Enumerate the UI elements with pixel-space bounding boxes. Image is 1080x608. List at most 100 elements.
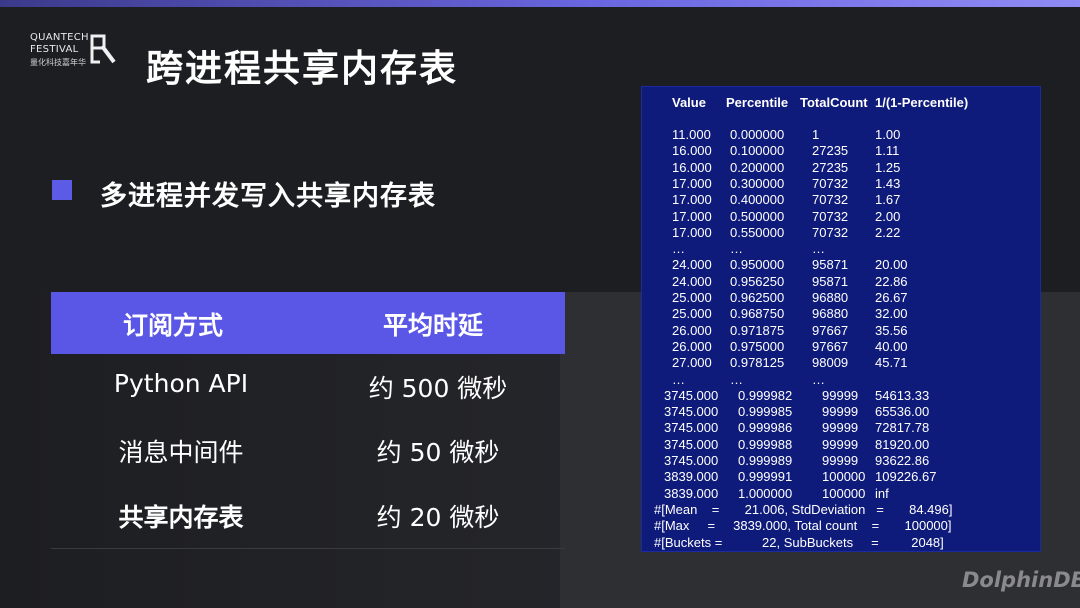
panel-cell: 26.000 [672, 322, 712, 338]
table-row: Python API 约 500 微秒 [51, 355, 565, 419]
panel-cell: 0.100000 [730, 143, 785, 159]
dolphindb-brand: DolphinDB [962, 568, 1080, 592]
panel-cell: 27235 [812, 159, 849, 175]
panel-cell: 99999 [822, 453, 859, 468]
panel-cell: 65536.00 [875, 404, 930, 420]
panel-cell: 16.000 [672, 159, 712, 175]
panel-data-row: 3745.000 0.999985 99999 65536.00 [642, 404, 1042, 420]
panel-col-percentile: Percentile [726, 95, 789, 110]
panel-cell: 3745.000 [664, 404, 719, 420]
panel-cell: 95871 [812, 273, 849, 289]
histogram-output-panel: Value Percentile TotalCount 1/(1-Percent… [641, 86, 1041, 552]
panel-cell: 26.67 [875, 290, 908, 305]
panel-ellipsis-row: ……… [642, 372, 1042, 388]
panel-data-row: 26.000 0.975000 97667 40.00 [642, 339, 1042, 355]
panel-cell: 100000 [822, 469, 866, 485]
panel-cell: 97667 [812, 338, 849, 354]
panel-cell: 3745.000 [664, 453, 719, 468]
panel-cell: 99999 [822, 436, 859, 452]
panel-cell: 0.550000 [730, 224, 785, 240]
panel-cell: 98009 [812, 355, 849, 371]
page-title: 跨进程共享内存表 [146, 47, 458, 90]
panel-cell: 27235 [812, 143, 849, 159]
panel-data-row: 27.000 0.978125 98009 45.71 [642, 355, 1042, 371]
row-method: 共享内存表 [118, 503, 244, 532]
panel-data-row: 24.000 0.950000 95871 20.00 [642, 257, 1042, 273]
panel-data-row: 16.000 0.100000 27235 1.11 [642, 143, 1042, 159]
panel-cell: 3745.000 [664, 420, 719, 436]
panel-cell: 0.950000 [730, 257, 785, 273]
panel-cell: 1.00 [875, 127, 901, 142]
panel-cell: 25.000 [672, 306, 712, 322]
panel-cell: 3745.000 [664, 387, 719, 403]
panel-cell: 1.43 [875, 175, 901, 191]
panel-data-row: 17.000 0.300000 70732 1.43 [642, 176, 1042, 192]
header-method: 订阅方式 [123, 311, 224, 340]
panel-ellipsis: … [672, 371, 685, 387]
panel-cell: 0.999988 [738, 436, 793, 452]
panel-cell: 1.67 [875, 192, 901, 208]
panel-cell: 0.300000 [730, 175, 785, 191]
panel-cell: 3839.000 [664, 485, 719, 501]
panel-cell: 99999 [822, 404, 859, 420]
header-latency: 平均时延 [383, 311, 484, 340]
panel-cell: 24.000 [672, 257, 712, 273]
panel-cell: 54613.33 [875, 387, 930, 403]
panel-data-row: 3839.000 0.999991 100000 109226.67 [642, 469, 1042, 485]
row-latency: 约 500 微秒 [368, 374, 508, 403]
panel-cell: 0.962500 [730, 290, 785, 305]
panel-cell: 0.968750 [730, 306, 785, 322]
panel-cell: 2.22 [875, 224, 901, 240]
panel-cell: 3839.000 [664, 469, 719, 485]
panel-cell: 0.999985 [738, 404, 793, 420]
panel-cell: 45.71 [875, 355, 908, 371]
panel-cell: 24.000 [672, 273, 712, 289]
row-method: 消息中间件 [118, 438, 244, 467]
panel-cell: 0.999982 [738, 387, 793, 403]
panel-cell: 16.000 [672, 143, 712, 159]
panel-cell: 96880 [812, 290, 849, 305]
top-accent-strip [0, 0, 1080, 7]
table-row: 消息中间件 约 50 微秒 [51, 419, 565, 483]
panel-cell: 17.000 [672, 224, 712, 240]
panel-data-row: 17.000 0.500000 70732 2.00 [642, 209, 1042, 225]
panel-ellipsis-row: ……… [642, 241, 1042, 257]
panel-cell: 11.000 [672, 127, 711, 142]
panel-col-inverse: 1/(1-Percentile) [875, 95, 969, 110]
panel-cell: 99999 [822, 420, 859, 436]
panel-cell: inf [875, 485, 889, 501]
panel-data-row: 3745.000 0.999989 99999 93622.86 [642, 453, 1042, 469]
panel-cell: 27.000 [672, 355, 712, 371]
panel-data-row: 17.000 0.400000 70732 1.67 [642, 192, 1042, 208]
panel-col-value: Value [672, 95, 706, 110]
panel-cell: 0.999991 [738, 469, 793, 485]
panel-cell: 96880 [812, 306, 849, 322]
panel-cell: 0.000000 [730, 127, 785, 142]
panel-ellipsis: … [730, 371, 743, 387]
panel-cell: 1.11 [875, 143, 900, 159]
panel-summary-line: #[Mean = 21.006, StdDeviation = 84.496] [654, 501, 953, 517]
panel-cell: 0.978125 [730, 355, 785, 371]
panel-data-row: 11.000 0.000000 1 1.00 [642, 127, 1042, 143]
panel-cell: 25.000 [672, 290, 712, 305]
panel-cell: 0.975000 [730, 338, 785, 354]
quantech-festival-logo: QUANTECH FESTIVAL 量化科技嘉年华 [30, 32, 120, 72]
panel-cell: 70732 [812, 175, 849, 191]
panel-cell: 1 [812, 127, 820, 142]
panel-cell: 109226.67 [875, 469, 937, 485]
panel-cell: 70732 [812, 224, 849, 240]
panel-cell: 81920.00 [875, 436, 930, 452]
panel-cell: 0.971875 [730, 322, 785, 338]
panel-cell: 0.999989 [738, 453, 793, 468]
panel-cell: 22.86 [875, 273, 908, 289]
panel-summary-line: #[Max = 3839.000, Total count = 100000] [654, 518, 952, 534]
panel-data-row: 25.000 0.968750 96880 32.00 [642, 306, 1042, 322]
panel-data-row: 24.000 0.956250 95871 22.86 [642, 274, 1042, 290]
panel-ellipsis: … [812, 241, 825, 257]
panel-data-row: 17.000 0.550000 70732 2.22 [642, 225, 1042, 241]
panel-col-totalcount: TotalCount [800, 95, 868, 110]
panel-cell: 93622.86 [875, 453, 930, 468]
panel-cell: 32.00 [875, 306, 908, 322]
panel-data-row: 25.000 0.962500 96880 26.67 [642, 290, 1042, 306]
panel-data-row: 16.000 0.200000 27235 1.25 [642, 160, 1042, 176]
